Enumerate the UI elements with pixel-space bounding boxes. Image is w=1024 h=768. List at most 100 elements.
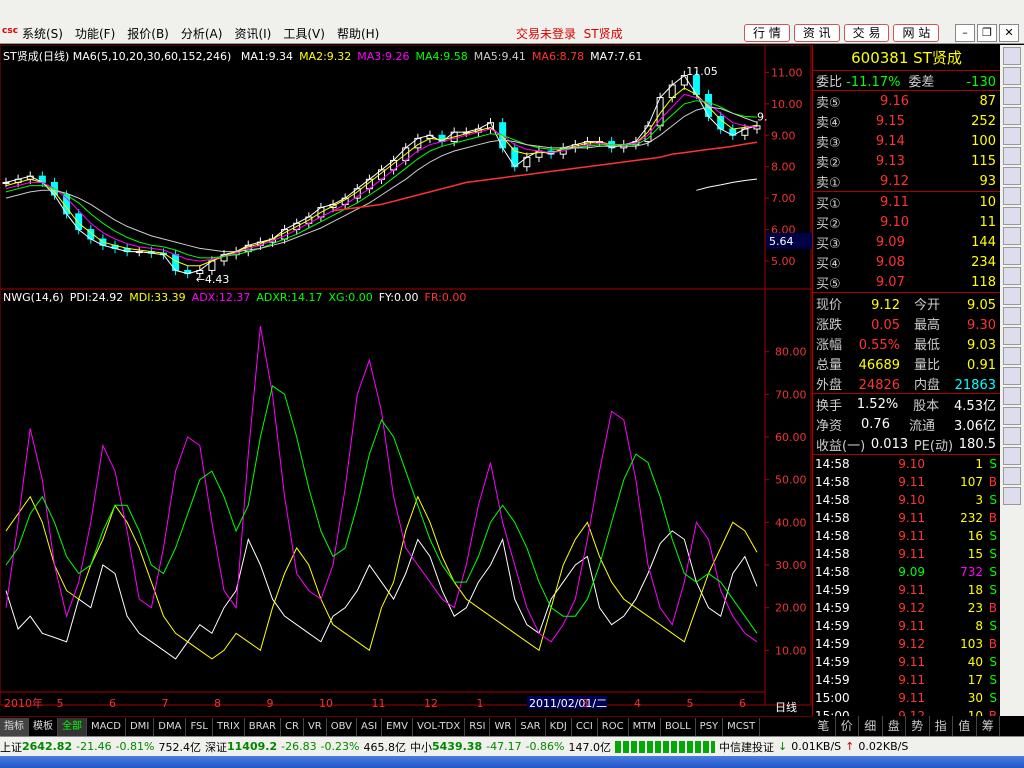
- line-tool-icon[interactable]: [1003, 387, 1021, 405]
- down-icon[interactable]: [1003, 487, 1021, 505]
- quote-tab-5[interactable]: 指: [930, 716, 953, 736]
- indicator-tab-指标[interactable]: 指标: [0, 717, 29, 736]
- menu-item-6[interactable]: 帮助(H): [331, 25, 385, 42]
- top-button-3[interactable]: 网 站: [893, 24, 940, 42]
- bids-volume: 118: [971, 274, 996, 290]
- trade-list: 14:58 9.10 1 S 14:58 9.11 107 B 14:58 9.10 3 S 14:58…: [813, 455, 1000, 725]
- rsi-icon[interactable]: [1003, 287, 1021, 305]
- quote-icon[interactable]: [1003, 87, 1021, 105]
- x-axis-label: 7: [162, 697, 169, 710]
- indicator-line-pdi: [5, 530, 758, 660]
- indicator-tab-cr[interactable]: CR: [281, 717, 304, 736]
- indicator-tab-fsl[interactable]: FSL: [186, 717, 213, 736]
- menu-item-4[interactable]: 资讯(I): [228, 25, 277, 42]
- bids-price: 9.08: [875, 254, 905, 270]
- trade-price: 9.12: [898, 637, 925, 651]
- minimize-icon[interactable]: –: [955, 24, 975, 42]
- indicator-tab-macd[interactable]: MACD: [87, 717, 126, 736]
- pen-icon[interactable]: [1003, 427, 1021, 445]
- sz-amount: 465.8亿: [363, 740, 407, 754]
- paint-icon[interactable]: [1003, 367, 1021, 385]
- top-button-1[interactable]: 资 讯: [793, 24, 840, 42]
- close-icon[interactable]: ✕: [999, 24, 1019, 42]
- quote-tab-2[interactable]: 细: [859, 716, 883, 736]
- bid-list: 买① 9.11 10 买② 9.10 11 买③ 9.09 144 买④ 9.08 234 买⑤ 9.07…: [813, 192, 1000, 293]
- period-label[interactable]: 日线: [775, 700, 797, 714]
- broker-name[interactable]: 中信建投证: [719, 739, 774, 755]
- expand-icon[interactable]: [1003, 447, 1021, 465]
- up-icon[interactable]: [1003, 467, 1021, 485]
- indicator-tab-wr[interactable]: WR: [490, 717, 517, 736]
- people-icon[interactable]: [1003, 207, 1021, 225]
- quote-tab-4[interactable]: 势: [906, 716, 930, 736]
- flag-icon[interactable]: [1003, 127, 1021, 145]
- indicator-tab-kdj[interactable]: KDJ: [546, 717, 572, 736]
- indicator-tab-emv[interactable]: EMV: [382, 717, 413, 736]
- stat-label: 外盘: [816, 377, 843, 393]
- stat-label: 内盘: [913, 377, 940, 393]
- stock-icon[interactable]: [1003, 187, 1021, 205]
- up-arrow-icon[interactable]: [1003, 47, 1021, 65]
- chart-svg[interactable]: 11.0010.009.008.007.006.005.0080.0070.00…: [0, 45, 812, 716]
- menu-item-5[interactable]: 工具(V): [277, 25, 331, 42]
- indicator-tab-boll[interactable]: BOLL: [661, 717, 696, 736]
- trade-side: S: [989, 457, 997, 471]
- indicator-tab-模板[interactable]: 模板: [29, 717, 58, 736]
- chart-area[interactable]: 11.00 10.00 9.00 8.00 7.00 6.00 5.00 80.00 70.00…: [0, 45, 812, 716]
- quote-tab-0[interactable]: 笔: [812, 716, 836, 736]
- info-icon[interactable]: [1003, 347, 1021, 365]
- bids-row-2: 买③ 9.09 144: [813, 232, 1000, 252]
- restore-icon[interactable]: ❐: [977, 24, 997, 42]
- indicator-tab-mcst[interactable]: MCST: [723, 717, 761, 736]
- price-tick-label: 8.00: [771, 161, 796, 174]
- quote-tab-7[interactable]: 筹: [977, 716, 1000, 736]
- monitor-icon[interactable]: [1003, 327, 1021, 345]
- indicator-tab-roc[interactable]: ROC: [598, 717, 629, 736]
- top-button-2[interactable]: 交 易: [843, 24, 890, 42]
- vol-icon[interactable]: [1003, 247, 1021, 265]
- chart-bar-icon[interactable]: [1003, 167, 1021, 185]
- indicator-tab-dma[interactable]: DMA: [154, 717, 187, 736]
- main-menu: 系统(S) 功能(F) 报价(B) 分析(A) 资讯(I) 工具(V) 帮助(H): [16, 25, 385, 42]
- asks-price: 9.15: [875, 113, 905, 129]
- indicator-tab-brar[interactable]: BRAR: [245, 717, 281, 736]
- indicator-tab-trix[interactable]: TRIX: [213, 717, 245, 736]
- x-axis-label: 4: [634, 697, 641, 710]
- chart-line-icon[interactable]: [1003, 147, 1021, 165]
- trade-time: 14:58: [815, 565, 850, 579]
- indicator-tab-rsi[interactable]: RSI: [465, 717, 491, 736]
- indicator-tab-cci[interactable]: CCI: [572, 717, 598, 736]
- grid-icon[interactable]: [1003, 107, 1021, 125]
- menu-item-1[interactable]: 功能(F): [69, 25, 121, 42]
- quote-tab-3[interactable]: 盘: [883, 716, 906, 736]
- menu-item-3[interactable]: 分析(A): [175, 25, 229, 42]
- indicator-tab-psy[interactable]: PSY: [696, 717, 724, 736]
- indicator-tab-sar[interactable]: SAR: [516, 717, 546, 736]
- menu-item-0[interactable]: 系统(S): [16, 25, 69, 42]
- circle-icon[interactable]: [1003, 407, 1021, 425]
- indicator-tab-全部[interactable]: 全部: [58, 717, 87, 736]
- stack-icon[interactable]: [1003, 307, 1021, 325]
- indicator-tab-obv[interactable]: OBV: [327, 717, 357, 736]
- x-axis-label: 1: [477, 697, 484, 710]
- x-axis-label: 5: [687, 697, 694, 710]
- indicator-tab-mtm[interactable]: MTM: [629, 717, 661, 736]
- stat-row-2: 涨幅 0.55% 最低 9.03: [813, 333, 1000, 353]
- indicator-tick-label: 30.00: [775, 559, 807, 572]
- menu-item-2[interactable]: 报价(B): [121, 25, 175, 42]
- indicator-tab-vr[interactable]: VR: [304, 717, 327, 736]
- quote-tab-1[interactable]: 价: [836, 716, 859, 736]
- indicator-tab-vol-tdx[interactable]: VOL-TDX: [413, 717, 466, 736]
- tdx-icon[interactable]: [1003, 227, 1021, 245]
- quote-tab-6[interactable]: 值: [953, 716, 977, 736]
- trade-row: 14:59 9.11 18 S: [813, 581, 1000, 599]
- arrow-up-icon[interactable]: [1003, 67, 1021, 85]
- asks-volume: 100: [971, 133, 996, 149]
- top-button-0[interactable]: 行 情: [744, 24, 790, 42]
- indicator-tab-dmi[interactable]: DMI: [126, 717, 155, 736]
- trade-price: 9.11: [898, 673, 925, 687]
- indicator-tab-asi[interactable]: ASI: [357, 717, 383, 736]
- etf-icon[interactable]: [1003, 267, 1021, 285]
- stat-value: 9.30: [967, 317, 996, 333]
- trade-row: 14:58 9.09 732 S: [813, 563, 1000, 581]
